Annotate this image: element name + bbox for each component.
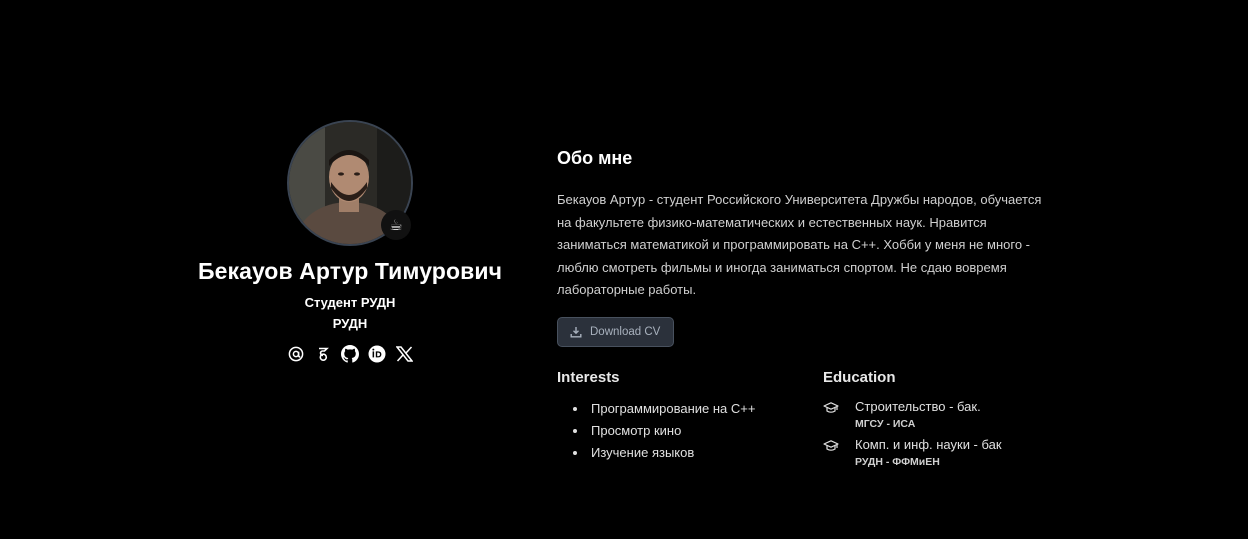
download-icon: [570, 326, 582, 338]
about-text-line: на факультете физико-математических и ес…: [557, 214, 987, 230]
x-twitter-icon: [395, 346, 413, 362]
about-text-line: заниматься математикой и программировать…: [557, 237, 1031, 253]
email-link[interactable]: [287, 345, 305, 363]
orcid-link[interactable]: [368, 345, 386, 363]
details-columns: Interests Программирование на С++ Просмо…: [557, 369, 1087, 474]
social-links: [170, 345, 530, 363]
at-sign-icon: [288, 346, 304, 362]
education-school: МГСУ - ИСА: [855, 417, 916, 430]
github-icon: [341, 345, 359, 363]
graduation-cap-icon: [823, 440, 839, 451]
google-scholar-link[interactable]: [314, 345, 332, 363]
profile-role: Студент РУДН: [304, 295, 396, 310]
avatar-container: ☕: [287, 120, 413, 246]
education-degree: Комп. и инф. науки - бак: [855, 436, 1002, 452]
education-section: Education Строительство - бак. МГСУ - ИС…: [823, 369, 1083, 474]
github-link[interactable]: [341, 345, 359, 363]
education-item: Строительство - бак. МГСУ - ИСА: [823, 398, 1083, 432]
profile-name: Бекауов Артур Тимурович: [197, 258, 503, 284]
graduation-cap-icon: [823, 402, 839, 413]
list-item: Изучение языков: [557, 442, 823, 464]
list-item: Просмотр кино: [557, 420, 823, 442]
profile-card: ☕ Бекауов Артур Тимурович Студент РУДН Р…: [170, 120, 530, 363]
education-degree: Строительство - бак.: [855, 398, 981, 414]
list-item: Программирование на С++: [557, 398, 823, 420]
orcid-icon: [368, 345, 386, 363]
education-list: Строительство - бак. МГСУ - ИСА Комп. и …: [823, 398, 1083, 470]
about-text-line: люблю смотреть фильмы и иногда заниматьс…: [557, 259, 1007, 275]
education-title: Education: [823, 368, 896, 386]
coffee-badge-icon: ☕: [381, 210, 411, 240]
about-section: Обо мне Бекауов Артур - студент Российск…: [557, 148, 1087, 474]
google-scholar-icon: [319, 347, 329, 361]
profile-organization: РУДН: [332, 316, 368, 331]
about-text-line: лабораторные работы.: [557, 282, 697, 298]
download-cv-label: Download CV: [590, 325, 661, 338]
page: ☕ Бекауов Артур Тимурович Студент РУДН Р…: [0, 0, 1248, 539]
about-text: Бекауов Артур - студент Российского Унив…: [557, 189, 1087, 302]
about-title: Обо мне: [557, 148, 633, 168]
interests-list: Программирование на С++ Просмотр кино Из…: [557, 398, 823, 464]
about-text-line: Бекауов Артур - студент Российского Унив…: [557, 192, 1042, 207]
interests-section: Interests Программирование на С++ Просмо…: [557, 369, 823, 474]
x-twitter-link[interactable]: [395, 345, 413, 363]
interests-title: Interests: [557, 368, 620, 386]
education-item: Комп. и инф. науки - бак РУДН - ФФМиЕН: [823, 436, 1083, 470]
download-cv-button[interactable]: Download CV: [557, 316, 675, 347]
education-school: РУДН - ФФМиЕН: [855, 455, 940, 468]
